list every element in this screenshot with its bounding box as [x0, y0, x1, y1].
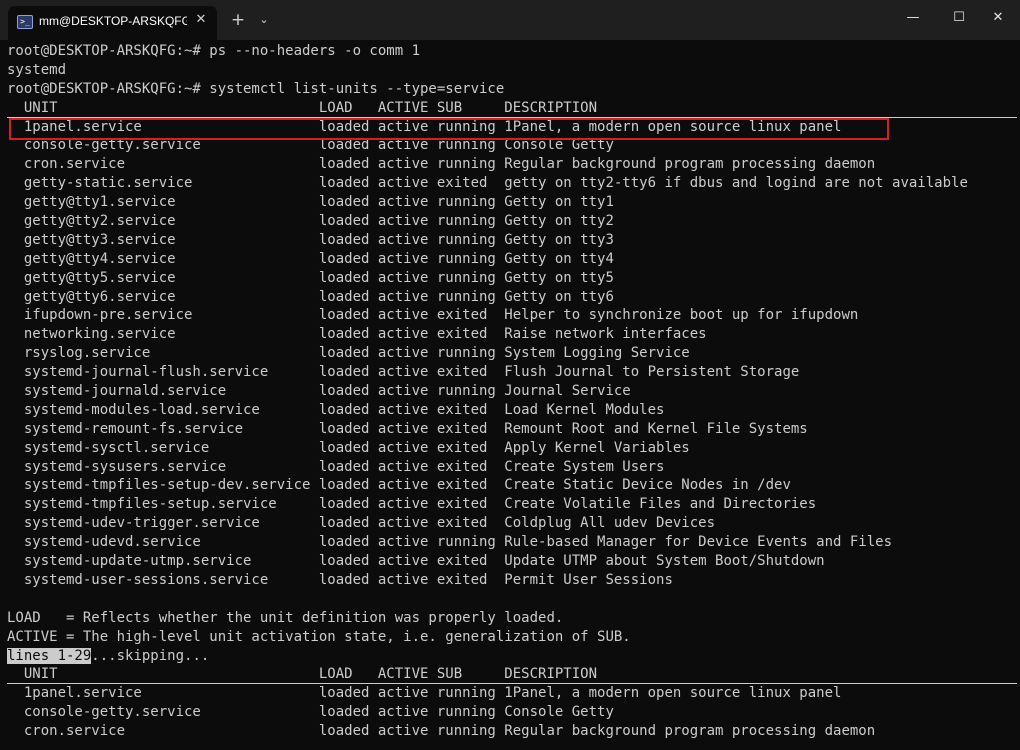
table-row: systemd-modules-load.service loaded acti…: [7, 401, 665, 418]
pager-status: lines 1-29...skipping...: [7, 647, 1017, 666]
terminal-tab[interactable]: >_ mm@DESKTOP-ARSKQFG: /m ✕: [8, 6, 217, 40]
new-tab-button[interactable]: +: [228, 10, 248, 30]
prompt-line: root@DESKTOP-ARSKQFG:~# ps --no-headers …: [7, 43, 421, 59]
table-row: systemd-sysctl.service loaded active exi…: [7, 439, 690, 456]
legend-line-active: ACTIVE = The high-level unit activation …: [7, 628, 631, 645]
tab-title: mm@DESKTOP-ARSKQFG: /m: [39, 14, 187, 28]
table-row: console-getty.service loaded active runn…: [7, 704, 614, 721]
table-row: rsyslog.service loaded active running Sy…: [7, 345, 690, 362]
table-row: systemd-udevd.service loaded active runn…: [7, 534, 893, 551]
table-row: 1panel.service loaded active running 1Pa…: [7, 685, 842, 702]
table-row: getty@tty1.service loaded active running…: [7, 194, 614, 211]
table-row: getty@tty3.service loaded active running…: [7, 231, 614, 248]
table-row: systemd-tmpfiles-setup-dev.service loade…: [7, 477, 791, 494]
table-row: getty@tty6.service loaded active running…: [7, 288, 614, 305]
header-underline: [7, 683, 1017, 685]
table-row: networking.service loaded active exited …: [7, 326, 707, 343]
powershell-icon: >_: [17, 15, 33, 29]
table-row: cron.service loaded active running Regul…: [7, 156, 876, 173]
table-row: systemd-sysusers.service loaded active e…: [7, 458, 665, 475]
table-row: getty-static.service loaded active exite…: [7, 175, 968, 192]
table-header: UNIT LOAD ACTIVE SUB DESCRIPTION: [7, 99, 1017, 118]
table-row: systemd-udev-trigger.service loaded acti…: [7, 515, 716, 532]
prompt-line: root@DESKTOP-ARSKQFG:~# systemctl list-u…: [7, 80, 505, 97]
table-row: systemd-journald.service loaded active r…: [7, 383, 631, 400]
terminal-output[interactable]: root@DESKTOP-ARSKQFG:~# ps --no-headers …: [7, 42, 1017, 748]
highlight-annotation-box: [9, 118, 889, 140]
table-row: ifupdown-pre.service loaded active exite…: [7, 307, 859, 324]
table-row: getty@tty2.service loaded active running…: [7, 213, 614, 230]
table-row: systemd-user-sessions.service loaded act…: [7, 571, 673, 588]
close-tab-icon[interactable]: ✕: [193, 12, 209, 28]
table-row: getty@tty4.service loaded active running…: [7, 250, 614, 267]
table-header-text: UNIT LOAD ACTIVE SUB DESCRIPTION: [7, 99, 598, 116]
pager-skipping: ...skipping...: [91, 647, 210, 664]
minimize-button[interactable]: —: [890, 0, 936, 36]
output-line: systemd: [7, 61, 67, 78]
title-bar: >_ mm@DESKTOP-ARSKQFG: /m ✕ + ⌄ — ☐ ✕: [0, 0, 1020, 40]
table-header-text: UNIT LOAD ACTIVE SUB DESCRIPTION: [7, 666, 598, 683]
table-row: systemd-update-utmp.service loaded activ…: [7, 553, 825, 570]
table-row: systemd-remount-fs.service loaded active…: [7, 420, 808, 437]
table-row: cron.service loaded active running Regul…: [7, 723, 876, 740]
legend-line-load: LOAD = Reflects whether the unit definit…: [7, 609, 564, 626]
table-row: systemd-journal-flush.service loaded act…: [7, 364, 800, 381]
pager-highlight: lines 1-29: [7, 647, 92, 664]
table-row: getty@tty5.service loaded active running…: [7, 269, 614, 286]
tab-dropdown-button[interactable]: ⌄: [256, 12, 272, 28]
table-row: systemd-tmpfiles-setup.service loaded ac…: [7, 496, 817, 513]
table-header: UNIT LOAD ACTIVE SUB DESCRIPTION: [7, 665, 1017, 685]
close-window-button[interactable]: ✕: [975, 0, 1020, 36]
